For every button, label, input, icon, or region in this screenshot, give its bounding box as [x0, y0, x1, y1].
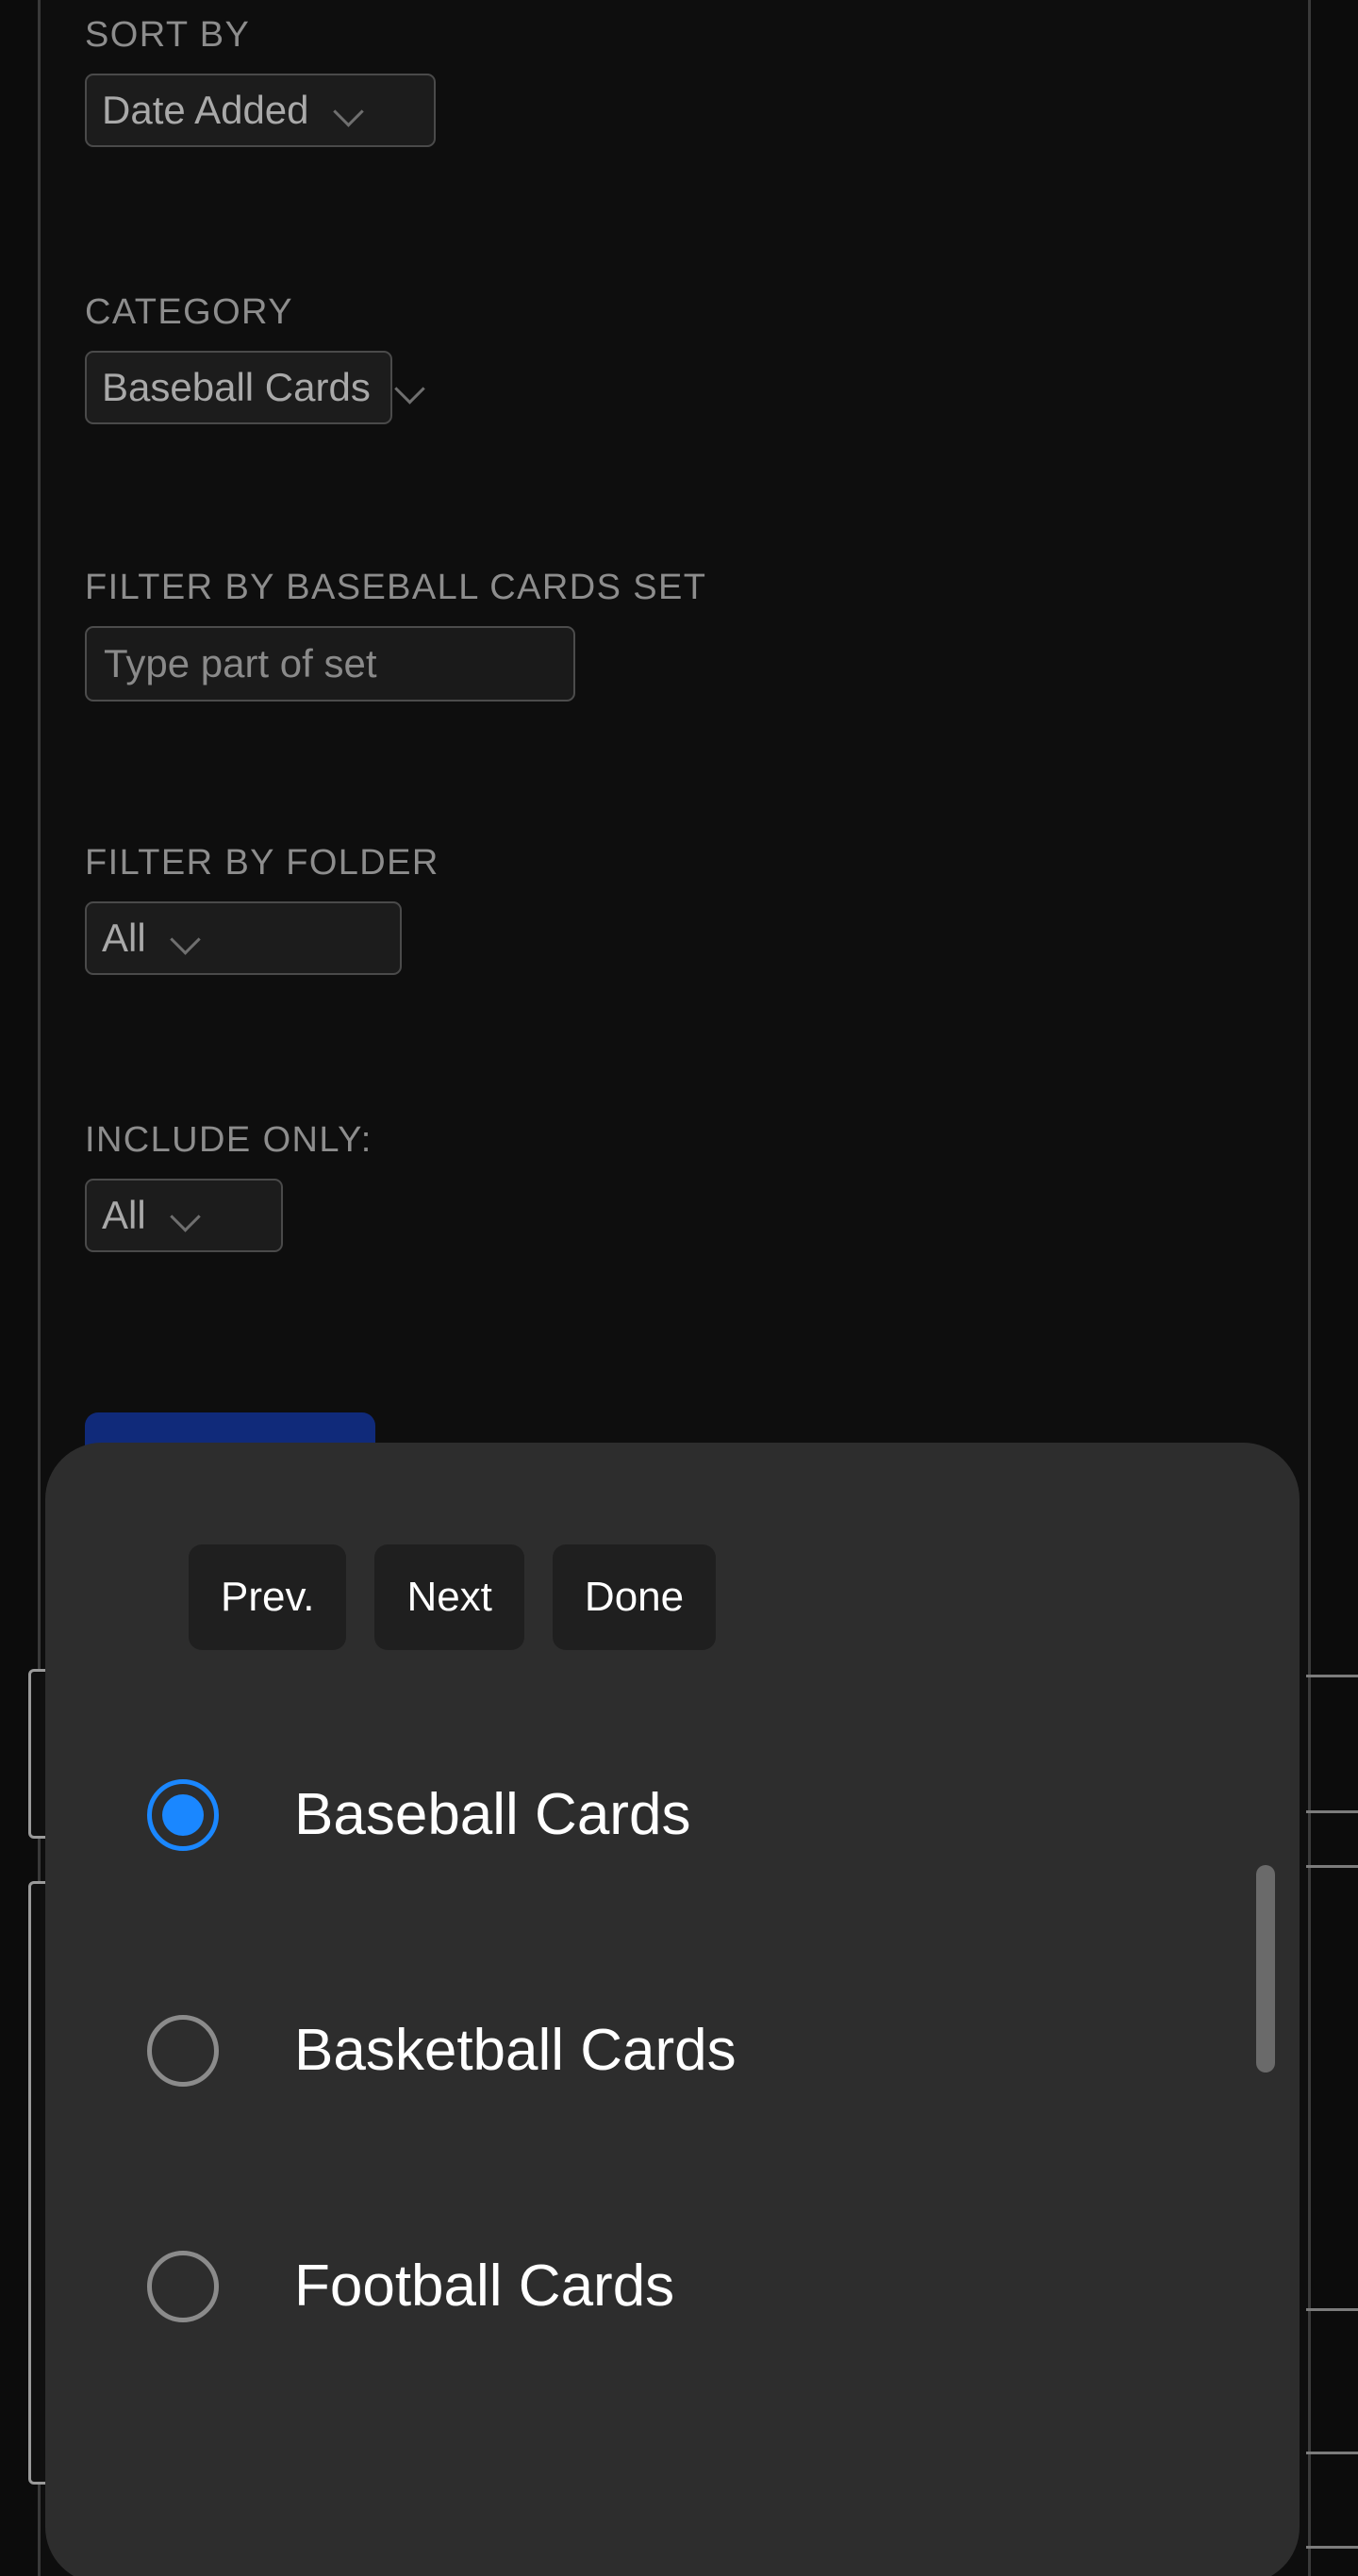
sort-by-value: Date Added: [102, 88, 309, 132]
category-option-list: Baseball Cards Basketball Cards Football…: [45, 1697, 1300, 2576]
set-filter-placeholder: Type part of set: [104, 641, 377, 685]
radio-unselected-icon[interactable]: [147, 2015, 219, 2087]
option-basketball-cards[interactable]: Basketball Cards: [45, 1933, 1300, 2169]
app-screen: SORT BY Date Added CATEGORY Baseball Car…: [0, 0, 1358, 2576]
background-divider: [1306, 2308, 1358, 2311]
chevron-down-icon: [171, 929, 203, 948]
folder-filter-label: FILTER BY FOLDER: [85, 843, 439, 883]
set-filter-input[interactable]: Type part of set: [85, 626, 575, 702]
field-folder-filter: FILTER BY FOLDER All: [85, 845, 439, 975]
option-baseball-cards[interactable]: Baseball Cards: [45, 1697, 1300, 1933]
chevron-down-icon: [395, 378, 427, 397]
folder-filter-select[interactable]: All: [85, 901, 402, 975]
category-value: Baseball Cards: [102, 365, 371, 409]
chevron-down-icon: [171, 1206, 203, 1225]
filter-form: SORT BY Date Added CATEGORY Baseball Car…: [38, 0, 1311, 1509]
folder-filter-value: All: [102, 916, 146, 960]
category-picker-sheet: Prev. Next Done Baseball Cards Basketbal…: [45, 1443, 1300, 2576]
background-divider: [1306, 1810, 1358, 1813]
radio-selected-icon[interactable]: [147, 1779, 219, 1851]
field-set-filter: FILTER BY BASEBALL CARDS SET Type part o…: [85, 570, 706, 702]
include-only-label: INCLUDE ONLY:: [85, 1120, 373, 1160]
category-select[interactable]: Baseball Cards: [85, 351, 392, 424]
field-category: CATEGORY Baseball Cards: [85, 294, 392, 424]
option-label: Football Cards: [294, 2254, 675, 2319]
include-only-value: All: [102, 1193, 146, 1237]
next-button[interactable]: Next: [374, 1544, 524, 1650]
radio-unselected-icon[interactable]: [147, 2251, 219, 2322]
background-divider: [1306, 1675, 1358, 1677]
sheet-scrollbar[interactable]: [1256, 1865, 1275, 2072]
chevron-down-icon: [334, 101, 366, 120]
set-filter-label: FILTER BY BASEBALL CARDS SET: [85, 568, 707, 607]
sheet-toolbar: Prev. Next Done: [45, 1544, 1300, 1650]
background-divider: [1306, 2546, 1358, 2549]
option-football-cards[interactable]: Football Cards: [45, 2169, 1300, 2404]
option-label: Baseball Cards: [294, 1782, 691, 1847]
include-only-select[interactable]: All: [85, 1179, 283, 1252]
done-button[interactable]: Done: [552, 1544, 717, 1650]
background-divider: [1306, 2452, 1358, 2454]
background-divider: [1306, 1865, 1358, 1868]
prev-button[interactable]: Prev.: [189, 1544, 347, 1650]
sort-by-select[interactable]: Date Added: [85, 74, 436, 147]
option-label: Basketball Cards: [294, 2018, 737, 2083]
category-label: CATEGORY: [85, 292, 293, 332]
field-sort-by: SORT BY Date Added: [85, 17, 436, 147]
sort-by-label: SORT BY: [85, 15, 251, 55]
field-include-only: INCLUDE ONLY: All: [85, 1122, 373, 1252]
